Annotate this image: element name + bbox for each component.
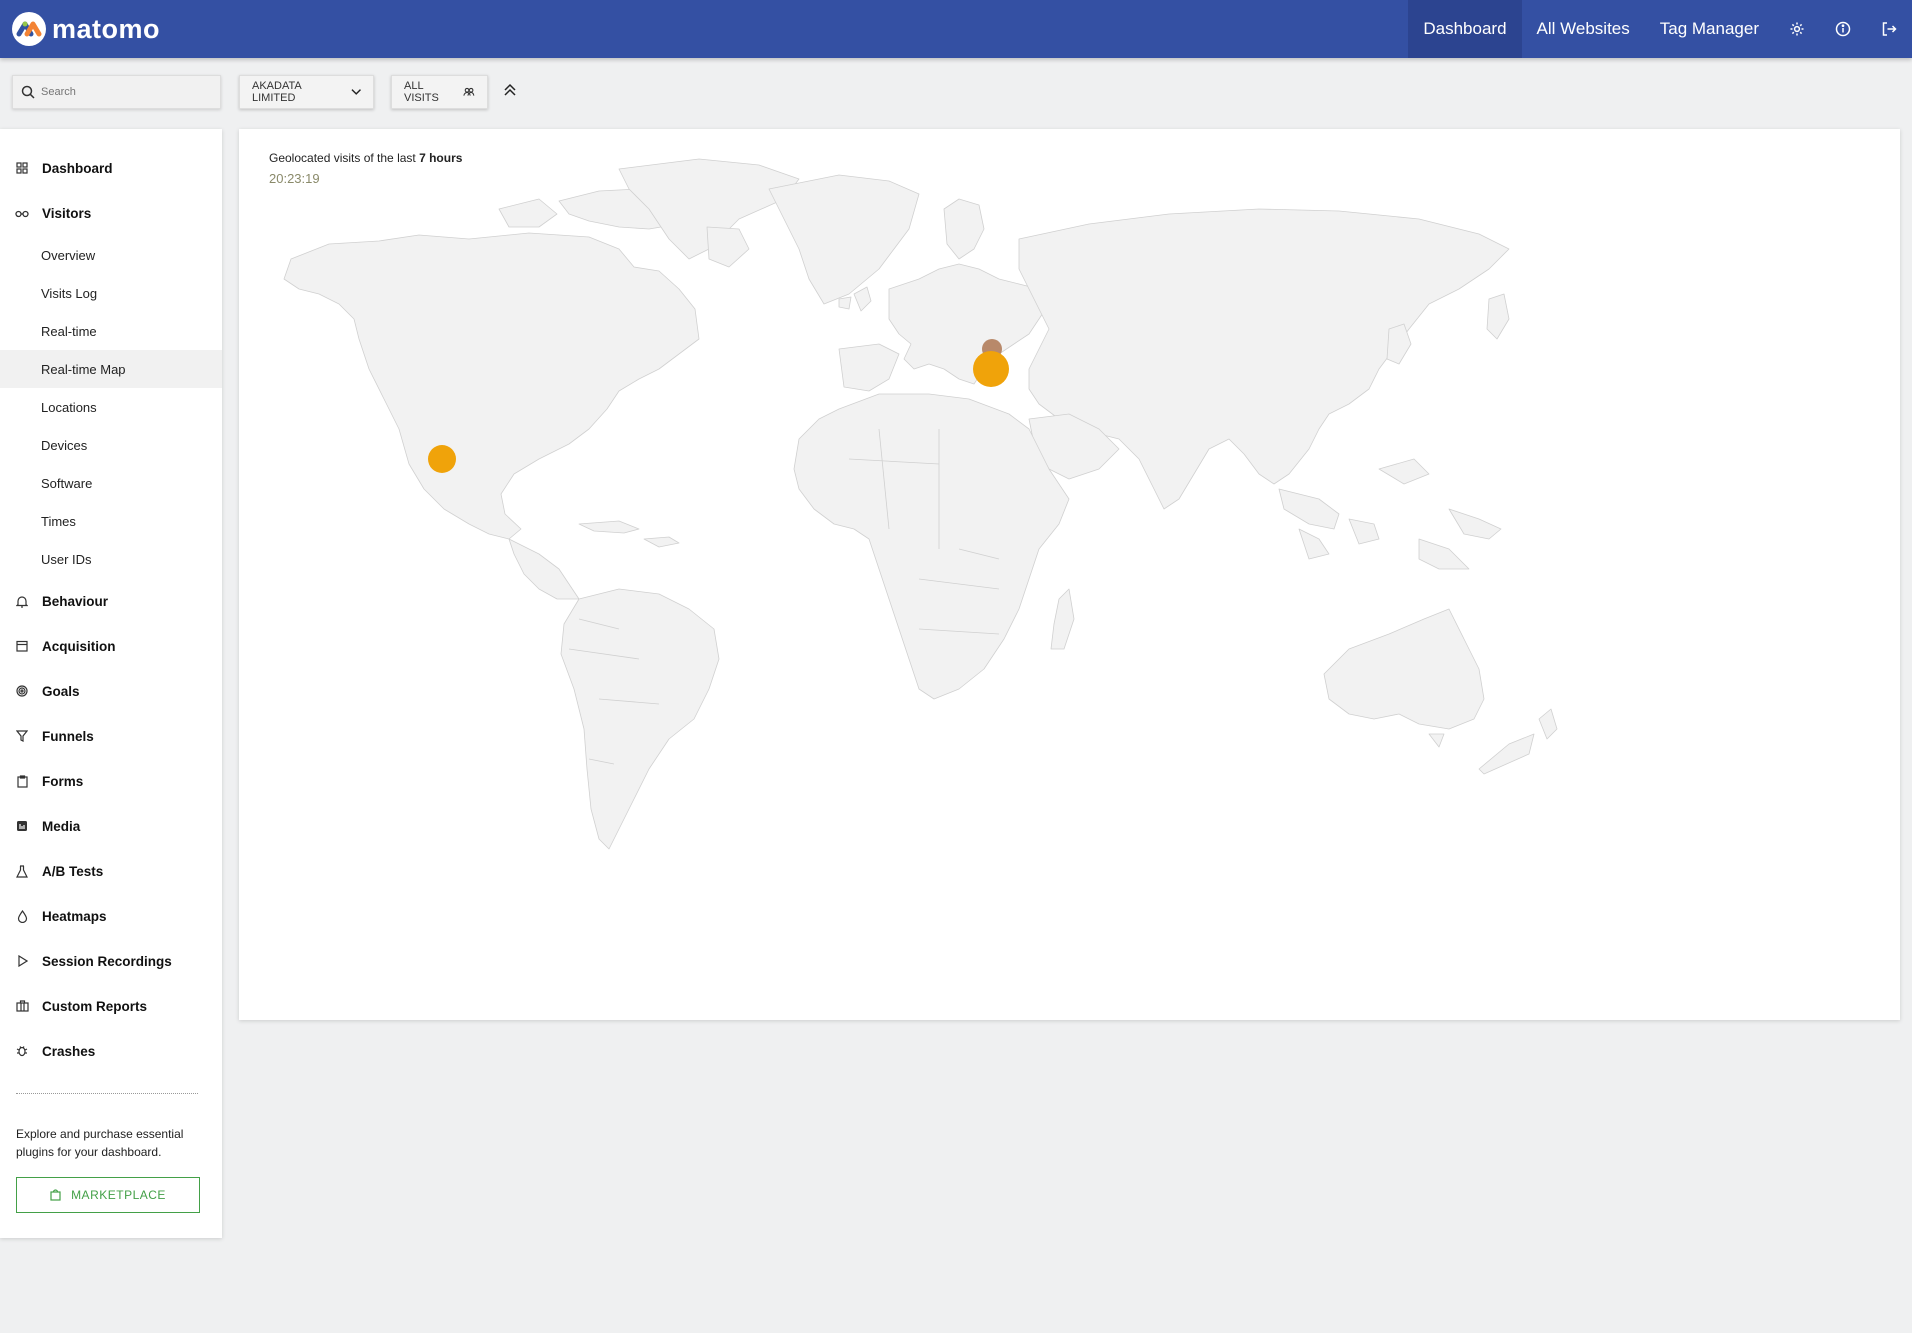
sidebar-divider bbox=[16, 1093, 198, 1094]
menu-crashes[interactable]: Crashes bbox=[0, 1036, 222, 1066]
menu-goals[interactable]: Goals bbox=[0, 676, 222, 706]
menu-behaviour-label: Behaviour bbox=[42, 593, 109, 609]
search-box[interactable] bbox=[12, 75, 221, 109]
menu-heatmaps-label: Heatmaps bbox=[42, 908, 107, 924]
menu-media-label: Media bbox=[42, 818, 81, 834]
menu-forms-label: Forms bbox=[42, 773, 84, 789]
segment-selector-label: ALL VISITS bbox=[404, 80, 439, 104]
submenu-visits-log[interactable]: Visits Log bbox=[0, 274, 222, 312]
flask-icon bbox=[15, 864, 29, 878]
menu-goals-label: Goals bbox=[42, 683, 80, 699]
world-map[interactable] bbox=[239, 129, 1900, 1020]
menu-session-recordings-label: Session Recordings bbox=[42, 953, 172, 969]
submenu-software[interactable]: Software bbox=[0, 464, 222, 502]
search-icon bbox=[21, 85, 35, 99]
logout-icon[interactable] bbox=[1866, 0, 1912, 58]
funnel-icon bbox=[15, 729, 29, 743]
search-input[interactable] bbox=[41, 86, 201, 98]
marketplace-description: Explore and purchase essential plugins f… bbox=[16, 1127, 184, 1159]
drop-icon bbox=[15, 909, 29, 923]
current-time: 20:23:19 bbox=[269, 171, 320, 186]
collapse-filters-button[interactable] bbox=[503, 82, 521, 102]
submenu-times[interactable]: Times bbox=[0, 502, 222, 540]
target-icon bbox=[15, 684, 29, 698]
clipboard-icon bbox=[15, 774, 29, 788]
info-icon[interactable] bbox=[1820, 0, 1866, 58]
sidebar: Dashboard Visitors Overview Visits Log R… bbox=[0, 129, 222, 1238]
matomo-logo[interactable]: matomo bbox=[12, 11, 160, 47]
menu-acquisition-label: Acquisition bbox=[42, 638, 116, 654]
bell-icon bbox=[15, 594, 29, 608]
calendar-icon bbox=[15, 639, 29, 653]
bug-icon bbox=[15, 1044, 29, 1058]
grid-icon bbox=[15, 161, 29, 175]
submenu-real-time[interactable]: Real-time bbox=[0, 312, 222, 350]
menu-forms[interactable]: Forms bbox=[0, 766, 222, 796]
visit-marker-california[interactable] bbox=[428, 445, 456, 473]
menu-visitors-label: Visitors bbox=[42, 205, 92, 221]
map-title: Geolocated visits of the last 7 hours bbox=[269, 151, 462, 165]
submenu-real-time-map[interactable]: Real-time Map bbox=[0, 350, 222, 388]
menu-session-recordings[interactable]: Session Recordings bbox=[0, 946, 222, 976]
menu-media[interactable]: Media bbox=[0, 811, 222, 841]
briefcase-icon bbox=[15, 999, 29, 1013]
gear-icon[interactable] bbox=[1774, 0, 1820, 58]
visit-marker-france[interactable] bbox=[973, 351, 1009, 387]
menu-custom-reports-label: Custom Reports bbox=[42, 998, 148, 1014]
logo-text: matomo bbox=[52, 13, 161, 44]
menu-custom-reports[interactable]: Custom Reports bbox=[0, 991, 222, 1021]
media-icon bbox=[15, 819, 29, 833]
chevrons-up-icon bbox=[504, 83, 516, 96]
site-selector[interactable]: AKADATA LIMITED bbox=[239, 75, 374, 109]
menu-visitors[interactable]: Visitors bbox=[0, 198, 222, 228]
submenu-user-ids[interactable]: User IDs bbox=[0, 540, 222, 578]
site-selector-label: AKADATA LIMITED bbox=[252, 80, 302, 104]
submenu-devices[interactable]: Devices bbox=[0, 426, 222, 464]
play-icon bbox=[15, 954, 29, 968]
menu-ab-tests-label: A/B Tests bbox=[42, 863, 104, 879]
marketplace-button[interactable]: MARKETPLACE bbox=[16, 1177, 200, 1213]
realtime-map-card: Geolocated visits of the last 7 hours 20… bbox=[239, 129, 1900, 1020]
menu-dashboard[interactable]: Dashboard bbox=[0, 153, 222, 183]
map-title-prefix: Geolocated visits of the last bbox=[269, 151, 416, 165]
matomo-logo-icon bbox=[12, 12, 46, 46]
menu-ab-tests[interactable]: A/B Tests bbox=[0, 856, 222, 886]
menu-funnels[interactable]: Funnels bbox=[0, 721, 222, 751]
segment-users-icon bbox=[463, 87, 475, 96]
menu-dashboard-label: Dashboard bbox=[42, 160, 113, 176]
top-bar: matomo Dashboard All Websites Tag Manage… bbox=[0, 0, 1912, 58]
menu-funnels-label: Funnels bbox=[42, 728, 94, 744]
glasses-icon bbox=[15, 206, 29, 220]
nav-all-websites[interactable]: All Websites bbox=[1522, 0, 1645, 58]
nav-tag-manager[interactable]: Tag Manager bbox=[1645, 0, 1774, 58]
top-navigation: Dashboard All Websites Tag Manager bbox=[1408, 0, 1912, 58]
marketplace-button-label: MARKETPLACE bbox=[71, 1188, 166, 1202]
menu-behaviour[interactable]: Behaviour bbox=[0, 586, 222, 616]
shopping-bag-icon bbox=[50, 1189, 61, 1201]
submenu-locations[interactable]: Locations bbox=[0, 388, 222, 426]
menu-crashes-label: Crashes bbox=[42, 1043, 96, 1059]
nav-dashboard[interactable]: Dashboard bbox=[1408, 0, 1522, 58]
segment-selector[interactable]: ALL VISITS bbox=[391, 75, 488, 109]
menu-acquisition[interactable]: Acquisition bbox=[0, 631, 222, 661]
map-title-duration: 7 hours bbox=[419, 151, 463, 165]
submenu-overview[interactable]: Overview bbox=[0, 236, 222, 274]
chevron-down-icon bbox=[351, 89, 361, 95]
menu-heatmaps[interactable]: Heatmaps bbox=[0, 901, 222, 931]
